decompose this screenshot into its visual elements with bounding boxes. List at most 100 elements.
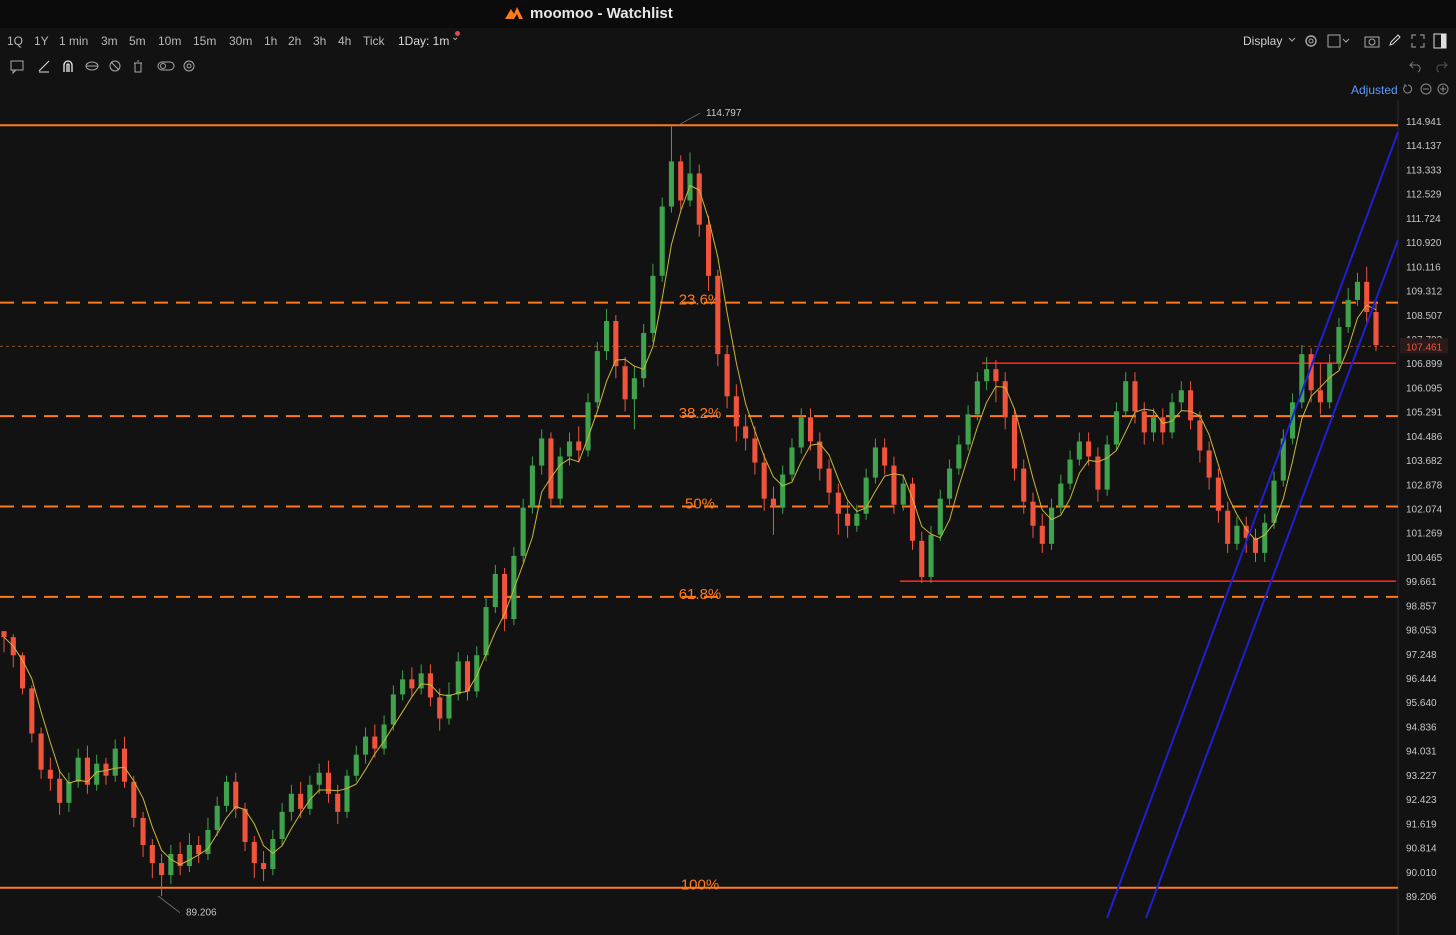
pencil-icon[interactable]: [1388, 33, 1402, 47]
candle-body: [696, 173, 702, 225]
price-tick-label: 104.486: [1406, 432, 1443, 443]
support-resistance-lines[interactable]: [0, 345, 1398, 582]
candle-body: [622, 366, 628, 400]
layout-icon[interactable]: [1327, 34, 1353, 48]
candle-body: [641, 333, 647, 379]
fullscreen-icon[interactable]: [1411, 34, 1425, 48]
timeframe-30m[interactable]: 30m: [229, 34, 252, 48]
candle-body: [780, 474, 786, 508]
price-chart[interactable]: 23.6% 38.2% 50% 61.8% 100% 114.941 114.137 113…: [0, 100, 1456, 935]
chevron-down-icon[interactable]: [1286, 34, 1298, 46]
candle-body: [57, 778, 63, 803]
candle-body: [900, 483, 906, 505]
candle-body: [409, 679, 415, 689]
price-adjust-label[interactable]: Adjusted: [1351, 83, 1398, 97]
trend-line-icon[interactable]: [37, 59, 51, 73]
zoom-out-icon[interactable]: [1420, 83, 1432, 95]
camera-icon[interactable]: [1364, 34, 1380, 48]
candle-body: [882, 447, 888, 466]
toggle-icon[interactable]: [157, 60, 175, 72]
magnet-icon[interactable]: [61, 59, 75, 73]
candle-body: [909, 483, 916, 541]
timeframe-5m[interactable]: 5m: [129, 34, 146, 48]
settings-icon[interactable]: [182, 59, 196, 73]
reset-icon[interactable]: [1402, 83, 1414, 95]
candle-body: [149, 844, 155, 864]
candle-body: [1345, 299, 1351, 328]
candle-body: [1336, 327, 1342, 364]
price-tick-label: 100.465: [1406, 553, 1443, 564]
candle-body: [223, 781, 230, 806]
timeframe-toolbar: 1Q 1Y 1 min 3m 5m 10m 15m 30m 1h 2h 3h 4…: [0, 28, 1456, 54]
timeframe-2h[interactable]: 2h: [288, 34, 301, 48]
candle-body: [316, 772, 322, 785]
hide-icon[interactable]: [108, 59, 122, 73]
candle-body: [594, 351, 600, 403]
candle-body: [566, 441, 573, 457]
price-tick-label: 90.814: [1406, 844, 1437, 855]
candle-body: [1132, 381, 1138, 412]
candle-body: [1188, 390, 1194, 421]
timeframe-tick[interactable]: Tick: [363, 34, 385, 48]
candle-body: [261, 863, 267, 870]
candle-body: [789, 447, 795, 475]
candle-body: [1327, 363, 1333, 403]
candle-body: [362, 736, 369, 755]
fib-level-label: 50%: [685, 495, 715, 512]
candle-body: [75, 757, 81, 782]
price-tick-label: 108.507: [1406, 311, 1443, 322]
trash-icon[interactable]: [131, 59, 145, 73]
timeframe-1min[interactable]: 1 min: [59, 34, 88, 48]
title-bar: moomoo - Watchlist: [0, 0, 1456, 28]
candle-body: [919, 540, 925, 577]
timeframe-4h[interactable]: 4h: [338, 34, 351, 48]
price-tick-label: 90.010: [1406, 868, 1437, 879]
timeframe-1y[interactable]: 1Y: [34, 34, 49, 48]
price-axis: 114.941 114.137 113.333 112.529 111.724 110.9…: [1400, 117, 1448, 903]
timeframe-3m[interactable]: 3m: [101, 34, 118, 48]
timeframe-1q[interactable]: 1Q: [7, 34, 23, 48]
candle-body: [613, 320, 619, 367]
candle-body: [668, 161, 675, 207]
channel-upper-line: [1106, 131, 1399, 919]
redo-icon[interactable]: [1434, 59, 1448, 73]
fib-level-label: 100%: [681, 877, 719, 894]
undo-icon[interactable]: [1409, 59, 1423, 73]
timeframe-1day-1m[interactable]: 1Day: 1m: [398, 34, 449, 48]
price-tick-label: 93.227: [1406, 771, 1437, 782]
candle-body: [474, 655, 480, 692]
candle-body: [1215, 477, 1221, 511]
candle-body: [1354, 281, 1361, 300]
sidebar-toggle-icon[interactable]: [1433, 33, 1447, 49]
price-tick-label: 114.137: [1406, 141, 1442, 152]
display-button[interactable]: Display: [1243, 34, 1282, 48]
candle-body: [715, 275, 721, 355]
timeframe-3h[interactable]: 3h: [313, 34, 326, 48]
candle-body: [1141, 411, 1147, 433]
price-tick-label: 102.074: [1406, 504, 1443, 515]
gear-icon[interactable]: [1303, 33, 1319, 49]
candle-body: [427, 673, 433, 698]
comment-icon[interactable]: [10, 60, 24, 74]
candle-body: [455, 661, 461, 695]
timeframe-1h[interactable]: 1h: [264, 34, 277, 48]
fibonacci-retracement[interactable]: 23.6% 38.2% 50% 61.8% 100%: [0, 124, 1398, 894]
candle-body: [344, 775, 350, 812]
timeframe-15m[interactable]: 15m: [193, 34, 216, 48]
candle-body: [604, 320, 610, 352]
timeframe-10m[interactable]: 10m: [158, 34, 181, 48]
visibility-icon[interactable]: [85, 59, 99, 73]
price-tick-label: 106.095: [1406, 383, 1443, 394]
candle-body: [807, 417, 814, 442]
candle-body: [891, 465, 897, 505]
candle-body: [1225, 510, 1231, 544]
candle-body: [1076, 441, 1082, 460]
zoom-in-icon[interactable]: [1437, 83, 1449, 95]
candle-body: [974, 381, 980, 415]
trend-channel[interactable]: [1106, 131, 1399, 919]
price-tick-label: 111.724: [1406, 214, 1441, 225]
candle-body: [1169, 402, 1175, 433]
candle-body: [752, 438, 758, 463]
price-tick-label: 109.312: [1406, 287, 1443, 298]
candle-body: [854, 513, 860, 526]
